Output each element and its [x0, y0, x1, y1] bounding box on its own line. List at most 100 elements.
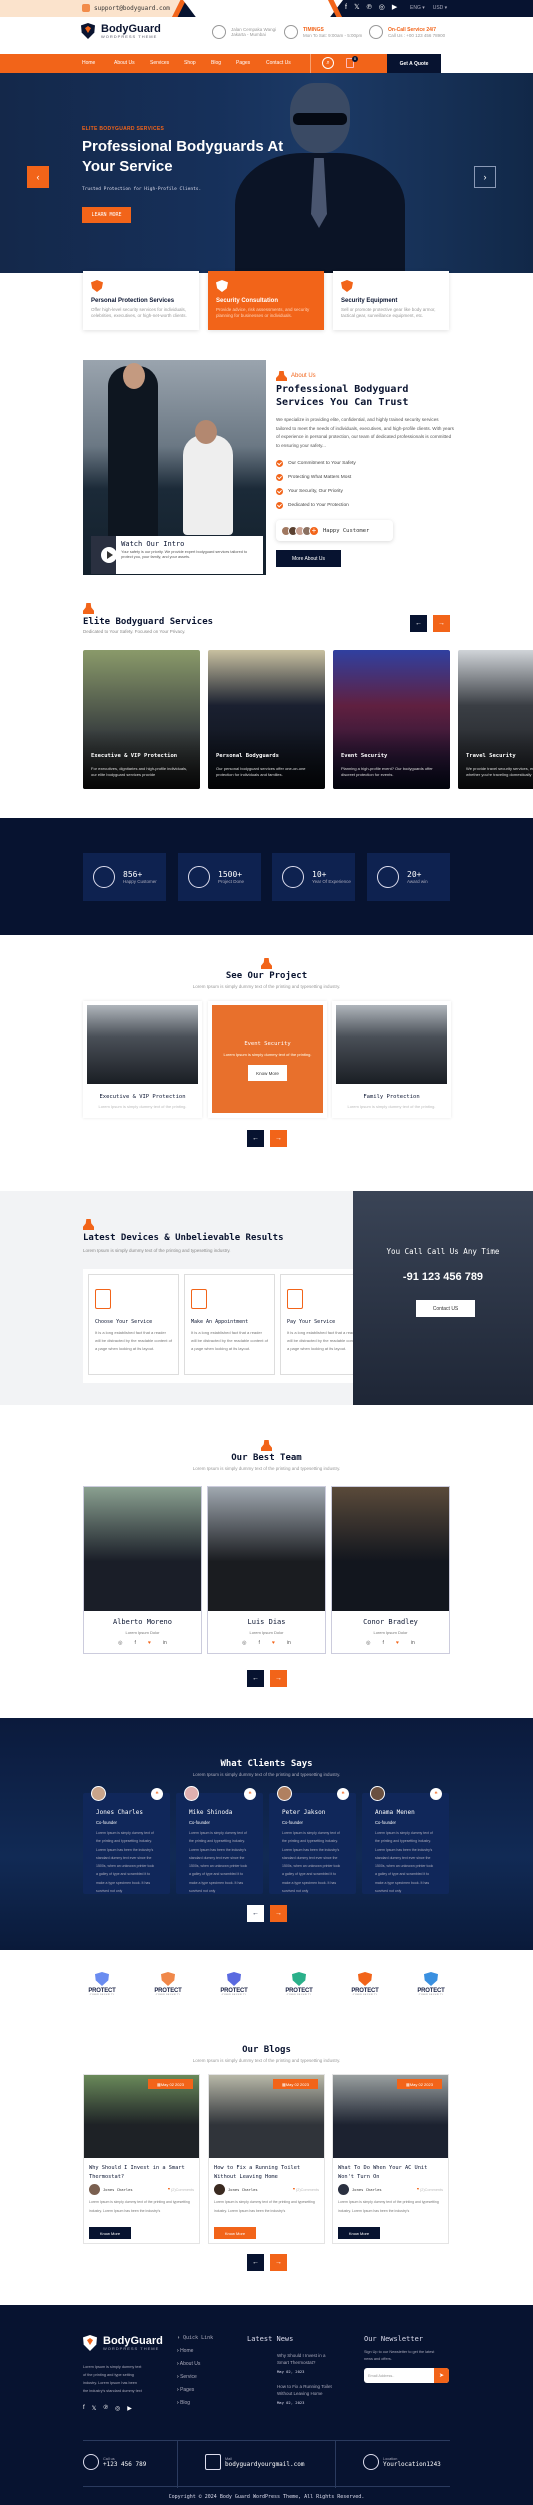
twitter-icon[interactable]: ♥ [148, 1640, 151, 1646]
blog-date-badge: ▦ May 02 2023 [273, 2079, 318, 2089]
site-logo[interactable]: BodyGuard WORDPRESS THEME [81, 23, 161, 39]
testimonials-section [0, 1718, 533, 1950]
guard-icon [83, 603, 94, 614]
service-card[interactable]: Event Security Planning a high-profile ev… [333, 650, 450, 789]
team-next-button[interactable]: → [270, 1670, 287, 1687]
testimonials-next-button[interactable]: → [270, 1905, 287, 1922]
know-more-button[interactable]: Know More [338, 2227, 380, 2239]
team-prev-button[interactable]: ← [247, 1670, 264, 1687]
footer-link-home[interactable]: Home [177, 2348, 213, 2354]
testimonials-prev-button[interactable]: ← [247, 1905, 264, 1922]
email-link[interactable]: support@bodyguard.com [82, 4, 170, 12]
nav-contact[interactable]: Contact Us [266, 60, 306, 66]
footer-link-blog[interactable]: Blog [177, 2400, 213, 2406]
testimonial-card: ❝ Jones Charles Co-founder Lorem Ipsum is s… [83, 1786, 170, 1894]
facebook-icon[interactable]: f [259, 1640, 260, 1646]
blogs-next-button[interactable]: → [270, 2254, 287, 2271]
instagram-icon[interactable]: ◎ [366, 1640, 370, 1646]
avatar [338, 2184, 349, 2195]
contact-us-button[interactable]: Contact US [416, 1300, 475, 1317]
call-phone-number[interactable]: -91 123 456 789 [353, 1271, 533, 1283]
play-icon[interactable] [101, 547, 117, 563]
facebook-icon[interactable]: f [383, 1640, 384, 1646]
linkedin-icon[interactable]: in [411, 1640, 415, 1646]
avatar [370, 1786, 385, 1801]
know-more-button[interactable]: Know More [248, 1065, 287, 1081]
x-icon[interactable]: 𝕏 [354, 3, 360, 11]
twitter-icon[interactable]: ♥ [272, 1640, 275, 1646]
facebook-icon[interactable]: f [135, 1640, 136, 1646]
shield-logo-icon [81, 23, 95, 39]
instagram-icon[interactable]: ◎ [242, 1640, 246, 1646]
about-checklist: Our Commitment to Your Safety Protecting… [276, 456, 356, 512]
feature-card[interactable]: Personal Protection Services Offer high-l… [83, 271, 199, 330]
blog-title[interactable]: Why Should I Invest in a Smart Thermosta… [84, 2158, 199, 2181]
service-card[interactable]: Travel Security We provide travel securit… [458, 650, 533, 789]
shield-logo-icon [161, 1972, 175, 1986]
nav-shop[interactable]: Shop [184, 60, 211, 66]
services-prev-button[interactable]: ← [410, 615, 427, 632]
nav-blog[interactable]: Blog [211, 60, 236, 66]
social-links: f 𝕏 ℗ ◎ ▶ [345, 3, 397, 12]
service-card[interactable]: Executive & VIP Protection For executives… [83, 650, 200, 789]
pinterest-icon[interactable]: ℗ [104, 2405, 108, 2412]
projects-prev-button[interactable]: ← [247, 1130, 264, 1147]
know-more-button[interactable]: Know More [214, 2227, 256, 2239]
project-card-hover[interactable]: Event Security Lorem Ipsum is simply dumm… [208, 1001, 327, 1118]
youtube-icon[interactable]: ▶ [127, 2405, 132, 2412]
footer-news-link[interactable]: Why Should I Invest in a Smart Thermosta… [277, 2352, 337, 2366]
footer-link-about[interactable]: About Us [177, 2361, 213, 2367]
project-image [336, 1005, 447, 1084]
currency-select[interactable]: USD ▾ [433, 5, 447, 11]
services-next-button[interactable]: → [433, 615, 450, 632]
learn-more-button[interactable]: LEARN MORE [82, 207, 131, 223]
check-icon [276, 501, 283, 509]
feature-card[interactable]: Security Equipment Sell or promote protec… [333, 271, 449, 330]
nav-home[interactable]: Home [82, 60, 114, 66]
footer-link-service[interactable]: Service [177, 2374, 213, 2380]
call-us-panel: You Call Call Us Any Time -91 123 456 78… [353, 1191, 533, 1405]
linkedin-icon[interactable]: in [287, 1640, 291, 1646]
award-medal-icon [377, 866, 399, 888]
facebook-icon[interactable]: f [83, 2405, 85, 2412]
footer-link-pages[interactable]: Pages [177, 2387, 213, 2393]
pinterest-icon[interactable]: ℗ [367, 4, 372, 11]
hero-next-button[interactable]: › [474, 166, 496, 188]
instagram-icon[interactable]: ◎ [115, 2405, 120, 2412]
instagram-icon[interactable]: ◎ [379, 3, 385, 11]
know-more-button[interactable]: Know More [89, 2227, 131, 2239]
youtube-icon[interactable]: ▶ [392, 3, 397, 11]
get-quote-button[interactable]: Get A Quote [387, 54, 441, 73]
x-icon[interactable]: 𝕏 [92, 2405, 97, 2412]
nav-about[interactable]: About Us [114, 60, 150, 66]
hero-prev-button[interactable]: ‹ [27, 166, 49, 188]
facebook-icon[interactable]: f [345, 4, 347, 11]
language-select[interactable]: ENG ▾ [410, 5, 425, 11]
footer-news-link[interactable]: How to Fix a Running Toilet Without Leav… [277, 2383, 337, 2397]
search-icon[interactable]: ⌕ [322, 57, 334, 69]
more-about-button[interactable]: More About Us [276, 550, 341, 567]
projects-next-button[interactable]: → [270, 1130, 287, 1147]
instagram-icon[interactable]: ◎ [118, 1640, 122, 1646]
quote-icon: ❝ [151, 1788, 163, 1800]
nav-services[interactable]: Services [150, 60, 184, 66]
project-card[interactable]: Family Protection Lorem Ipsum is simply d… [332, 1001, 451, 1118]
service-card[interactable]: Personal Bodyguards Our personal bodyguar… [208, 650, 325, 789]
blog-card: ▦ May 02 2023 What To Do When Your AC Un… [332, 2074, 449, 2244]
send-icon[interactable]: ➤ [434, 2368, 449, 2383]
feature-card-active[interactable]: Security Consultation Provide advice, ris… [208, 271, 324, 330]
newsletter-email-input[interactable]: Email Address.. ➤ [364, 2368, 449, 2383]
avatar [214, 2184, 225, 2195]
footer-logo[interactable]: BodyGuard WORDPRESS THEME [83, 2335, 163, 2351]
team-card: Alberto Moreno Lorem Ipsum Dolor ◎ f ♥ in [83, 1486, 202, 1654]
twitter-icon[interactable]: ♥ [396, 1640, 399, 1646]
linkedin-icon[interactable]: in [163, 1640, 167, 1646]
guard-icon [261, 1440, 272, 1451]
partner-logo: PROTECT CYBER SECURITY [346, 1972, 384, 1996]
blog-title[interactable]: What To Do When Your AC Unit Won't Turn … [333, 2158, 448, 2181]
testimonials-header: What Clients Says Lorem Ipsum is simply … [192, 1759, 341, 1777]
blogs-prev-button[interactable]: ← [247, 2254, 264, 2271]
blog-title[interactable]: How to Fix a Running Toilet Without Leav… [209, 2158, 324, 2181]
project-card[interactable]: Executive & VIP Protection Lorem Ipsum is… [83, 1001, 202, 1118]
nav-pages[interactable]: Pages [236, 60, 266, 66]
